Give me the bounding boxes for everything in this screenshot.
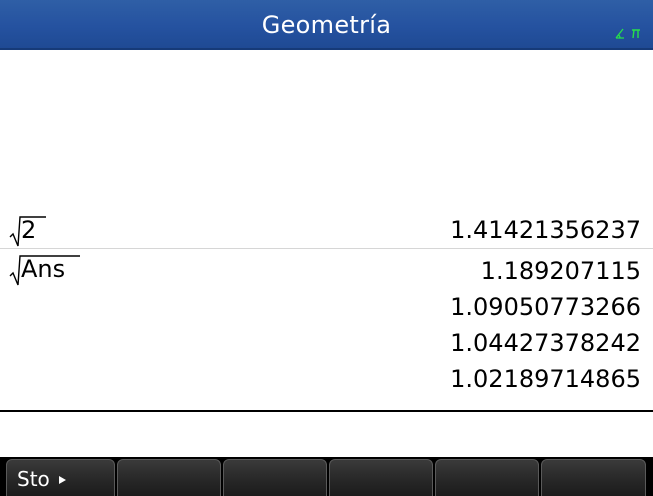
title-bar: Geometría <box>0 0 653 50</box>
expression-text: 2 <box>21 216 37 244</box>
angle-icon <box>615 28 624 39</box>
right-triangle-icon <box>58 460 67 496</box>
softkey-2-button[interactable] <box>117 459 221 496</box>
softkey-5-button[interactable] <box>435 459 539 496</box>
history-result: 1.09050773266 <box>450 293 641 321</box>
softkey-3-button[interactable] <box>223 459 327 496</box>
history-area[interactable]: 2 1.41421356237 Ans 1.189207115 1.090507… <box>0 50 653 412</box>
history-result: 1.189207115 <box>480 257 641 285</box>
history-result: 1.41421356237 <box>450 216 641 244</box>
softkey-6-button[interactable] <box>541 459 646 496</box>
calculator-screen: Geometría 2 1.41421356237 Ans 1.18920711… <box>0 0 653 496</box>
sto-softkey-button[interactable]: Sto <box>6 459 115 496</box>
history-separator <box>0 248 653 249</box>
pi-icon <box>632 29 640 39</box>
app-title: Geometría <box>261 11 392 39</box>
softkey-label: Sto <box>17 467 50 491</box>
softkey-menu: Sto <box>0 457 653 496</box>
history-result: 1.02189714865 <box>450 365 641 393</box>
entry-line-divider <box>0 410 653 412</box>
history-result: 1.04427378242 <box>450 329 641 357</box>
softkey-4-button[interactable] <box>329 459 433 496</box>
expression-text: Ans <box>21 255 66 283</box>
angle-mode-indicator-icon <box>615 27 641 39</box>
